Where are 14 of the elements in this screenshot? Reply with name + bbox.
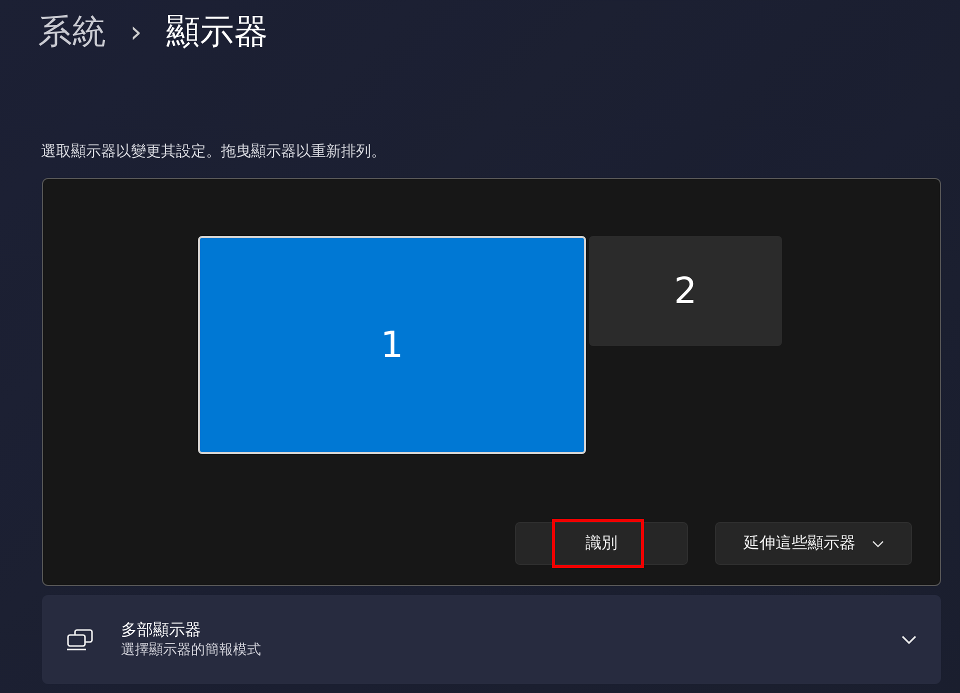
- monitor-tile[interactable]: 2: [589, 236, 782, 346]
- chevron-down-icon: [872, 540, 884, 548]
- mode-dropdown[interactable]: 延伸這些顯示器: [715, 522, 912, 565]
- multiple-displays-card[interactable]: 多部顯示器 選擇顯示器的簡報模式: [42, 595, 941, 684]
- breadcrumb-separator: ›: [130, 14, 142, 50]
- monitor-tile[interactable]: 1: [198, 236, 586, 454]
- identify-button[interactable]: 識別: [515, 522, 688, 565]
- breadcrumb-parent[interactable]: 系統: [38, 9, 106, 55]
- page-title: 顯示器: [166, 11, 268, 54]
- chevron-down-icon[interactable]: [901, 634, 917, 644]
- card-subtitle: 選擇顯示器的簡報模式: [121, 641, 262, 659]
- card-title: 多部顯示器: [121, 620, 202, 641]
- monitors-icon: [66, 628, 94, 650]
- description: 選取顯示器以變更其設定。拖曳顯示器以重新排列。: [41, 142, 387, 162]
